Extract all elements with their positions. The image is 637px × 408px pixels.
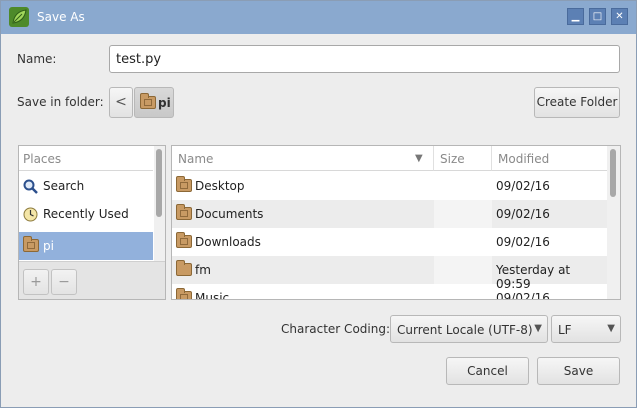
remove-bookmark-button[interactable]: − bbox=[51, 269, 77, 295]
column-header-modified[interactable]: Modified bbox=[492, 146, 607, 171]
file-name: fm bbox=[195, 263, 211, 277]
minimize-button[interactable]: ▁ bbox=[567, 8, 584, 25]
chevron-down-icon: ▼ bbox=[607, 323, 615, 334]
save-as-dialog: Save As ▁ □ ✕ Name: Save in folder: < pi… bbox=[0, 0, 637, 408]
place-search[interactable]: Search bbox=[19, 172, 153, 200]
file-name: Music bbox=[195, 291, 230, 300]
file-name: Downloads bbox=[195, 235, 261, 249]
places-sidebar: Places Search Recently Used pi + − bbox=[18, 145, 166, 300]
save-button[interactable]: Save bbox=[537, 357, 620, 385]
filename-input[interactable] bbox=[109, 45, 620, 73]
home-folder-icon bbox=[140, 93, 156, 109]
place-recently-used[interactable]: Recently Used bbox=[19, 200, 153, 228]
file-row[interactable]: Desktop 09/02/16 bbox=[172, 172, 607, 200]
maximize-button[interactable]: □ bbox=[589, 8, 606, 25]
cancel-button[interactable]: Cancel bbox=[446, 357, 529, 385]
column-size-label: Size bbox=[440, 152, 465, 166]
column-modified-label: Modified bbox=[498, 152, 550, 166]
chevron-down-icon: ▼ bbox=[415, 153, 423, 164]
file-row[interactable]: Music 09/02/16 bbox=[172, 284, 607, 300]
home-folder-icon bbox=[23, 236, 39, 252]
add-bookmark-button[interactable]: + bbox=[23, 269, 49, 295]
file-size bbox=[434, 228, 492, 256]
folder-icon bbox=[176, 260, 192, 276]
chevron-down-icon: ▼ bbox=[534, 323, 542, 334]
column-header-name[interactable]: Name bbox=[172, 146, 434, 171]
file-row[interactable]: Downloads 09/02/16 bbox=[172, 228, 607, 256]
close-button[interactable]: ✕ bbox=[611, 8, 628, 25]
file-size bbox=[434, 172, 492, 200]
name-label: Name: bbox=[17, 52, 57, 66]
character-coding-select[interactable]: Current Locale (UTF-8) ▼ bbox=[390, 315, 548, 343]
file-size bbox=[434, 256, 492, 284]
column-header-size[interactable]: Size bbox=[434, 146, 492, 171]
music-folder-icon bbox=[176, 288, 192, 299]
documents-folder-icon bbox=[176, 204, 192, 220]
file-size bbox=[434, 200, 492, 228]
character-coding-label: Character Coding: bbox=[281, 322, 390, 336]
column-name-label: Name bbox=[178, 152, 214, 166]
places-scrollbar[interactable] bbox=[154, 146, 165, 261]
file-modified: 09/02/16 bbox=[496, 235, 550, 249]
file-list: Name ▼ Size Modified Desktop 09/02/16 Do… bbox=[171, 145, 621, 300]
place-label: pi bbox=[43, 239, 54, 253]
character-coding-value: Current Locale (UTF-8) bbox=[397, 323, 533, 337]
downloads-folder-icon bbox=[176, 232, 192, 248]
scrollbar-thumb[interactable] bbox=[156, 149, 162, 217]
window-title: Save As bbox=[37, 10, 85, 24]
file-size bbox=[434, 284, 492, 299]
file-name: Desktop bbox=[195, 179, 245, 193]
line-ending-value: LF bbox=[558, 323, 572, 337]
file-row[interactable]: fm Yesterday at 09:59 bbox=[172, 256, 607, 291]
file-modified: 09/02/16 bbox=[496, 179, 550, 193]
search-icon bbox=[23, 179, 38, 194]
create-folder-button[interactable]: Create Folder bbox=[534, 87, 620, 118]
title-bar[interactable]: Save As ▁ □ ✕ bbox=[1, 1, 636, 34]
places-toolbar: + − bbox=[19, 261, 165, 299]
place-label: Recently Used bbox=[43, 207, 129, 221]
place-label: Search bbox=[43, 179, 85, 193]
clock-icon bbox=[23, 207, 38, 222]
scrollbar-thumb[interactable] bbox=[610, 149, 616, 197]
line-ending-select[interactable]: LF ▼ bbox=[551, 315, 621, 343]
path-button-label: pi bbox=[158, 96, 171, 110]
leaf-icon bbox=[9, 7, 29, 27]
file-row[interactable]: Documents 09/02/16 bbox=[172, 200, 607, 228]
file-list-scrollbar[interactable] bbox=[607, 146, 620, 299]
path-button-pi[interactable]: pi bbox=[134, 87, 174, 118]
place-pi[interactable]: pi bbox=[19, 232, 153, 260]
places-header: Places bbox=[19, 146, 153, 171]
file-modified: 09/02/16 bbox=[496, 291, 550, 300]
file-name: Documents bbox=[195, 207, 264, 221]
desktop-folder-icon bbox=[176, 176, 192, 192]
file-modified: 09/02/16 bbox=[496, 207, 550, 221]
path-back-button[interactable]: < bbox=[109, 87, 133, 118]
save-in-folder-label: Save in folder: bbox=[17, 95, 104, 109]
